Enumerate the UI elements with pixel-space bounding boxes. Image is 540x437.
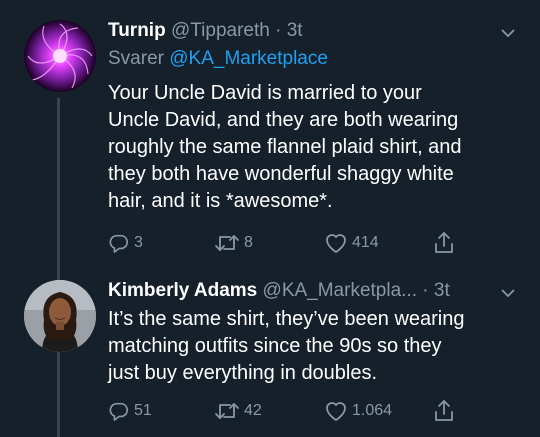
display-name[interactable]: Turnip <box>108 20 166 41</box>
tweet-text: Your Uncle David is married to your Uncl… <box>108 80 462 215</box>
text-line: roughly the same flannel plaid shirt, an… <box>108 136 462 158</box>
reply-button[interactable]: 3 <box>108 232 143 254</box>
reply-context: Svarer @KA_Marketplace <box>108 48 328 70</box>
timestamp[interactable]: · 3t <box>275 20 302 41</box>
like-button[interactable]: 1.064 <box>324 400 392 422</box>
retweet-button[interactable]: 42 <box>214 400 262 422</box>
text-line: Your Uncle David is married to your <box>108 82 422 104</box>
retweet-count: 8 <box>244 234 253 251</box>
avatar[interactable] <box>24 280 96 352</box>
heart-icon <box>326 402 346 421</box>
reply-count: 3 <box>134 234 143 251</box>
like-count: 1.064 <box>352 402 393 419</box>
reply-icon <box>109 234 129 253</box>
text-line: just buy everything in doubles. <box>108 362 378 384</box>
tweet-kimberly-adams[interactable]: Kimberly Adams @KA_Marketpla... · 3t It’… <box>0 270 540 437</box>
timestamp[interactable]: · 3t <box>422 280 449 301</box>
retweet-button[interactable]: 8 <box>214 232 253 254</box>
tweet-text: It’s the same shirt, they’ve been wearin… <box>108 306 464 387</box>
retweet-icon <box>215 235 239 251</box>
reply-mention-link[interactable]: @KA_Marketplace <box>169 48 328 69</box>
tweet-header: Kimberly Adams @KA_Marketpla... · 3t <box>108 280 450 302</box>
retweet-icon <box>215 403 239 419</box>
user-handle[interactable]: @KA_Marketpla... <box>263 280 417 301</box>
text-line: It’s the same shirt, they’ve been wearin… <box>108 308 465 330</box>
reply-prefix: Svarer <box>108 48 164 69</box>
tweet-header: Turnip @Tippareth · 3t <box>108 20 303 42</box>
share-icon <box>435 232 453 253</box>
purple-kaleidoscope-avatar-icon <box>24 20 96 92</box>
reply-count: 51 <box>134 402 152 419</box>
like-count: 414 <box>352 234 379 251</box>
user-handle[interactable]: @Tippareth <box>171 20 270 41</box>
thread-line <box>57 358 60 437</box>
chevron-down-icon[interactable] <box>500 26 516 44</box>
tweet-turnip[interactable]: Turnip @Tippareth · 3t Svarer @KA_Market… <box>0 0 540 437</box>
chevron-down-icon[interactable] <box>500 286 516 304</box>
text-line: Uncle David, and they are both wearing <box>108 109 459 131</box>
share-button[interactable] <box>432 230 456 256</box>
avatar[interactable] <box>24 20 96 92</box>
text-line: hair, and it is *awesome*. <box>108 190 333 212</box>
share-button[interactable] <box>432 398 456 424</box>
heart-icon <box>326 234 346 253</box>
like-button[interactable]: 414 <box>324 232 379 254</box>
display-name[interactable]: Kimberly Adams <box>108 280 257 301</box>
text-line: matching outfits since the 90s so they <box>108 335 442 357</box>
reply-icon <box>109 402 129 421</box>
retweet-count: 42 <box>244 402 262 419</box>
text-line: they both have wonderful shaggy white <box>108 163 454 185</box>
reply-button[interactable]: 51 <box>108 400 152 422</box>
share-icon <box>435 400 453 421</box>
woman-portrait-avatar-icon <box>24 280 96 352</box>
